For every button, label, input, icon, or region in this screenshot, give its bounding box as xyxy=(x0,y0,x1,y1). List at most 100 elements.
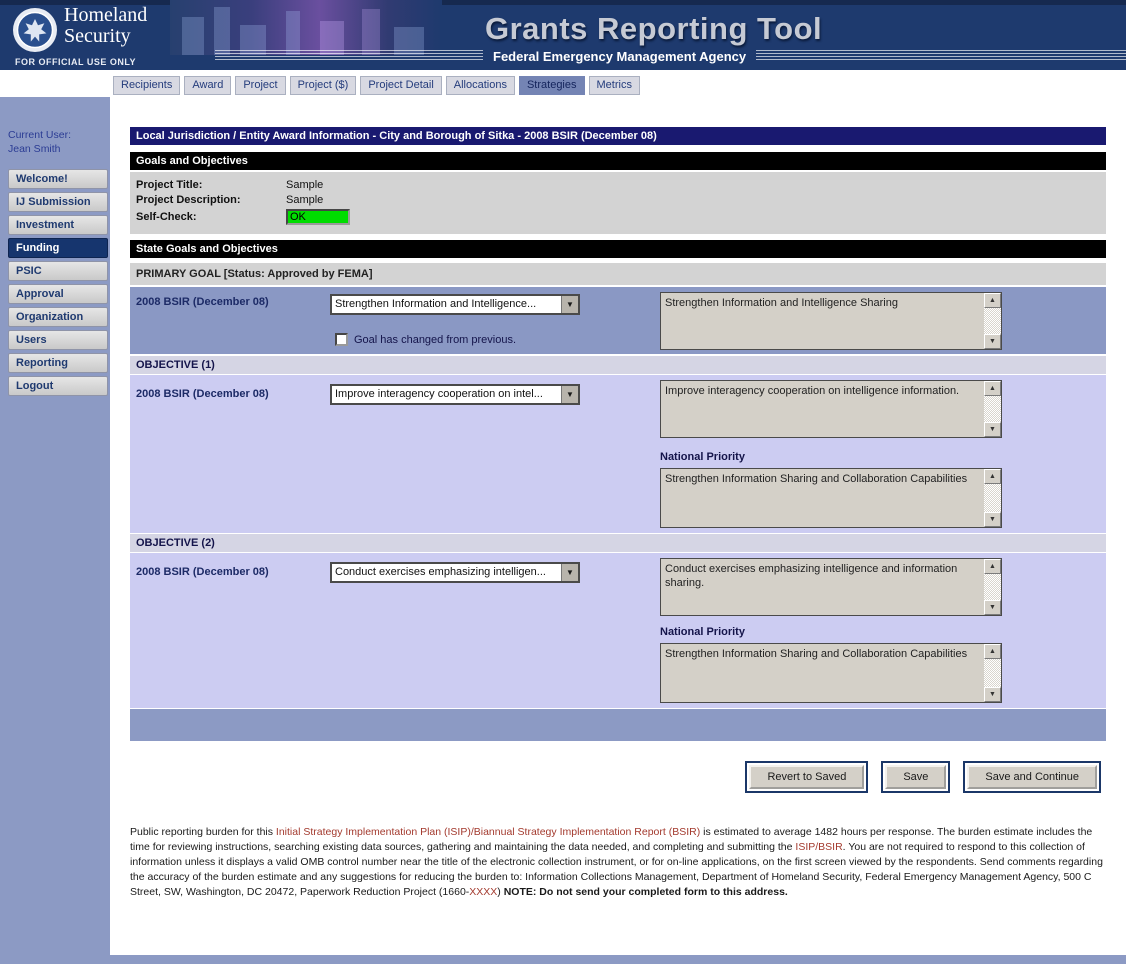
objective-1-section: 2008 BSIR (December 08) Improve interage… xyxy=(130,375,1106,533)
grants-reporting-tool-page: { "header": { "logo_line1": "Homeland", … xyxy=(0,0,1126,964)
project-description-label: Project Description: xyxy=(136,194,286,206)
scroll-down-icon[interactable]: ▼ xyxy=(984,600,1001,615)
save-and-continue-button[interactable]: Save and Continue xyxy=(967,765,1097,789)
scroll-up-icon[interactable]: ▲ xyxy=(984,644,1001,659)
self-check-status-field: OK xyxy=(286,209,350,225)
main-content-panel: Local Jurisdiction / Entity Award Inform… xyxy=(110,97,1126,955)
objective-2-national-priority-text: Strengthen Information Sharing and Colla… xyxy=(661,644,1001,664)
project-title-row: Project Title: Sample xyxy=(136,179,1100,191)
objective-1-national-priority-text: Strengthen Information Sharing and Colla… xyxy=(661,469,1001,489)
app-header: Homeland Security FOR OFFICIAL USE ONLY … xyxy=(0,0,1126,70)
current-user-label: Current User: xyxy=(8,128,108,142)
tab-project[interactable]: Project xyxy=(235,76,285,95)
sidebar-item-psic[interactable]: PSIC xyxy=(8,261,108,281)
top-tab-bar: Recipients Award Project Project ($) Pro… xyxy=(0,70,1126,97)
scroll-up-icon[interactable]: ▲ xyxy=(984,469,1001,484)
sidebar-item-reporting[interactable]: Reporting xyxy=(8,353,108,373)
chevron-down-icon[interactable]: ▼ xyxy=(561,296,578,313)
scroll-down-icon[interactable]: ▼ xyxy=(984,512,1001,527)
form-bottom-band xyxy=(130,709,1106,741)
sidebar-item-organization[interactable]: Organization xyxy=(8,307,108,327)
objective-2-national-priority-textarea[interactable]: Strengthen Information Sharing and Colla… xyxy=(660,643,1002,703)
objective-1-national-priority-label: National Priority xyxy=(660,451,745,463)
tab-metrics[interactable]: Metrics xyxy=(589,76,640,95)
project-title-value: Sample xyxy=(286,179,323,191)
primary-goal-textarea[interactable]: Strengthen Information and Intelligence … xyxy=(660,292,1002,350)
action-button-row: Revert to Saved Save Save and Continue xyxy=(130,761,1106,793)
tab-recipients[interactable]: Recipients xyxy=(113,76,180,95)
logo-line1: Homeland xyxy=(64,5,147,26)
objective-1-textarea[interactable]: Improve interagency cooperation on intel… xyxy=(660,380,1002,438)
current-user-name: Jean Smith xyxy=(8,142,108,156)
decorative-stripes-right xyxy=(756,50,1126,62)
save-continue-button-frame: Save and Continue xyxy=(963,761,1101,793)
sidebar-item-welcome[interactable]: Welcome! xyxy=(8,169,108,189)
objective-2-np-scrollbar[interactable]: ▲ ▼ xyxy=(984,644,1001,702)
objective-2-text: Conduct exercises emphasizing intelligen… xyxy=(661,559,1001,593)
objective-2-scrollbar[interactable]: ▲ ▼ xyxy=(984,559,1001,615)
save-button[interactable]: Save xyxy=(885,765,946,789)
revert-to-saved-button[interactable]: Revert to Saved xyxy=(749,765,864,789)
primary-goal-text: Strengthen Information and Intelligence … xyxy=(661,293,1001,313)
tab-strategies[interactable]: Strategies xyxy=(519,76,585,95)
self-check-row: Self-Check: OK xyxy=(136,209,1100,225)
app-title: Grants Reporting Tool xyxy=(485,11,822,47)
objective-1-text: Improve interagency cooperation on intel… xyxy=(661,381,1001,401)
project-info-box: Project Title: Sample Project Descriptio… xyxy=(130,172,1106,234)
goal-changed-row: Goal has changed from previous. xyxy=(335,333,516,346)
project-title-label: Project Title: xyxy=(136,179,286,191)
scroll-down-icon[interactable]: ▼ xyxy=(984,422,1001,437)
objective-2-national-priority-label: National Priority xyxy=(660,626,745,638)
scroll-up-icon[interactable]: ▲ xyxy=(984,293,1001,308)
objective-1-period-label: 2008 BSIR (December 08) xyxy=(136,388,269,400)
primary-goal-scrollbar[interactable]: ▲ ▼ xyxy=(984,293,1001,349)
objective-1-header: OBJECTIVE (1) xyxy=(130,356,1106,374)
objective-2-dropdown[interactable]: Conduct exercises emphasizing intelligen… xyxy=(330,562,580,583)
sidebar-item-users[interactable]: Users xyxy=(8,330,108,350)
objective-1-dropdown-value: Improve interagency cooperation on intel… xyxy=(332,386,561,403)
primary-goal-row: 2008 BSIR (December 08) Strengthen Infor… xyxy=(130,287,1106,354)
objective-1-national-priority-textarea[interactable]: Strengthen Information Sharing and Colla… xyxy=(660,468,1002,528)
goal-changed-checkbox[interactable] xyxy=(335,333,348,346)
save-button-frame: Save xyxy=(881,761,950,793)
state-goals-section-header: State Goals and Objectives xyxy=(130,240,1106,258)
revert-button-frame: Revert to Saved xyxy=(745,761,868,793)
tab-award[interactable]: Award xyxy=(184,76,231,95)
project-description-row: Project Description: Sample xyxy=(136,194,1100,206)
project-description-value: Sample xyxy=(286,194,323,206)
goal-changed-label: Goal has changed from previous. xyxy=(354,334,516,346)
sidebar-item-funding[interactable]: Funding xyxy=(8,238,108,258)
sidebar-item-logout[interactable]: Logout xyxy=(8,376,108,396)
sidebar-item-investment[interactable]: Investment xyxy=(8,215,108,235)
primary-goal-dropdown[interactable]: Strengthen Information and Intelligence.… xyxy=(330,294,580,315)
tab-project-detail[interactable]: Project Detail xyxy=(360,76,441,95)
objective-2-dropdown-value: Conduct exercises emphasizing intelligen… xyxy=(332,564,561,581)
chevron-down-icon[interactable]: ▼ xyxy=(561,564,578,581)
objective-1-scrollbar[interactable]: ▲ ▼ xyxy=(984,381,1001,437)
primary-goal-header: PRIMARY GOAL [Status: Approved by FEMA] xyxy=(130,263,1106,285)
goals-section-header: Goals and Objectives xyxy=(130,152,1106,170)
objective-1-dropdown[interactable]: Improve interagency cooperation on intel… xyxy=(330,384,580,405)
cityscape-banner-image xyxy=(170,0,442,55)
current-user: Current User: Jean Smith xyxy=(8,128,108,156)
primary-goal-period-label: 2008 BSIR (December 08) xyxy=(136,296,269,308)
scroll-up-icon[interactable]: ▲ xyxy=(984,381,1001,396)
page-title: Local Jurisdiction / Entity Award Inform… xyxy=(130,127,1106,145)
chevron-down-icon[interactable]: ▼ xyxy=(561,386,578,403)
sidebar-item-ij-submission[interactable]: IJ Submission xyxy=(8,192,108,212)
objective-2-textarea[interactable]: Conduct exercises emphasizing intelligen… xyxy=(660,558,1002,616)
logo-wordmark: Homeland Security xyxy=(64,5,147,47)
sidebar: Current User: Jean Smith Welcome! IJ Sub… xyxy=(8,128,108,399)
objective-1-np-scrollbar[interactable]: ▲ ▼ xyxy=(984,469,1001,527)
dhs-seal-icon xyxy=(12,7,58,53)
tab-project-dollars[interactable]: Project ($) xyxy=(290,76,357,95)
objective-2-header: OBJECTIVE (2) xyxy=(130,534,1106,552)
scroll-down-icon[interactable]: ▼ xyxy=(984,687,1001,702)
scroll-down-icon[interactable]: ▼ xyxy=(984,334,1001,349)
scroll-up-icon[interactable]: ▲ xyxy=(984,559,1001,574)
fouo-label: FOR OFFICIAL USE ONLY xyxy=(15,57,136,67)
app-subtitle: Federal Emergency Management Agency xyxy=(483,49,756,64)
tab-allocations[interactable]: Allocations xyxy=(446,76,515,95)
sidebar-item-approval[interactable]: Approval xyxy=(8,284,108,304)
objective-2-period-label: 2008 BSIR (December 08) xyxy=(136,566,269,578)
